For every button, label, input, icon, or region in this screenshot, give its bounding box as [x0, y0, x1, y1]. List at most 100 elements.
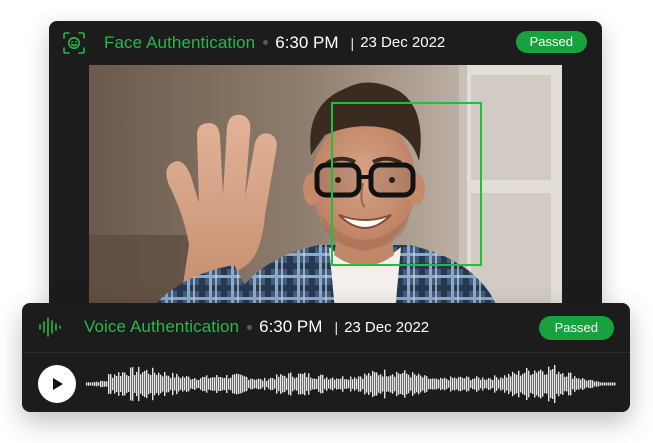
- waveform-bar: [366, 375, 368, 393]
- waveform-bar: [244, 376, 246, 392]
- waveform-bar: [140, 374, 142, 394]
- waveform-bar: [254, 379, 256, 389]
- waveform-bar: [336, 378, 338, 390]
- waveform-bar: [294, 378, 296, 390]
- face-auth-title: Face Authentication: [104, 32, 256, 52]
- waveform-bar: [348, 379, 350, 389]
- waveform-bar: [510, 376, 512, 392]
- waveform-bar: [178, 376, 180, 392]
- waveform-bar: [518, 370, 520, 398]
- waveform-bar: [88, 382, 90, 386]
- waveform-bar: [264, 377, 266, 391]
- waveform-bar: [590, 379, 592, 389]
- waveform-bar: [542, 371, 544, 397]
- waveform-bar: [340, 378, 342, 390]
- waveform-bar: [478, 377, 480, 391]
- waveform-bar: [464, 378, 466, 390]
- face-video-frame: [89, 65, 562, 311]
- waveform-bar: [338, 378, 340, 390]
- waveform-bar: [220, 376, 222, 392]
- waveform-bar: [308, 373, 310, 395]
- waveform-bar: [558, 371, 560, 397]
- waveform-bar: [604, 382, 606, 386]
- waveform-bar: [470, 380, 472, 388]
- waveform-bar: [146, 369, 148, 399]
- separator-dot: [247, 324, 253, 330]
- waveform-bar: [386, 376, 388, 392]
- waveform-bar: [182, 376, 184, 392]
- waveform-bar: [210, 377, 212, 391]
- waveform-bar: [236, 373, 238, 395]
- waveform-bar: [116, 375, 118, 393]
- waveform-bar: [406, 373, 408, 395]
- waveform-bar: [122, 372, 124, 396]
- voice-auth-time: 6:30 PM: [259, 317, 323, 336]
- waveform-bar: [592, 380, 594, 388]
- waveform-bar: [390, 375, 392, 393]
- waveform-bar: [612, 382, 614, 386]
- waveform-bar: [560, 374, 562, 394]
- waveform-bar: [218, 377, 220, 391]
- waveform-bar: [458, 376, 460, 392]
- waveform-bar: [342, 376, 344, 392]
- waveform-bar: [414, 374, 416, 394]
- waveform-bar: [528, 370, 530, 398]
- waveform-bar: [460, 376, 462, 392]
- waveform-bar: [516, 374, 518, 394]
- waveform-bar: [186, 376, 188, 392]
- waveform-bar: [296, 377, 298, 391]
- waveform-bar: [500, 377, 502, 391]
- waveform-bar: [532, 374, 534, 394]
- waveform-bar: [410, 377, 412, 391]
- face-authentication-card: Face Authentication 6:30 PM | 23 Dec 202…: [49, 21, 602, 311]
- waveform-bar: [134, 375, 136, 393]
- soundwave-icon: [38, 315, 62, 339]
- play-button[interactable]: [38, 365, 76, 403]
- waveform-bar: [180, 378, 182, 390]
- face-auth-time: 6:30 PM: [275, 32, 339, 52]
- waveform-bar: [398, 373, 400, 395]
- waveform-bar: [570, 372, 572, 396]
- waveform-bar: [274, 379, 276, 389]
- waveform-bar: [282, 375, 284, 393]
- waveform-bar: [450, 376, 452, 392]
- waveform-bar: [300, 373, 302, 395]
- waveform-bar: [512, 371, 514, 397]
- waveform-bar: [278, 376, 280, 392]
- waveform-bar: [438, 379, 440, 389]
- waveform-bar: [556, 374, 558, 394]
- waveform-bar: [144, 370, 146, 398]
- waveform-bar: [350, 376, 352, 392]
- waveform-bar: [384, 369, 386, 399]
- waveform-bar: [484, 379, 486, 389]
- waveform-bar: [562, 373, 564, 395]
- audio-waveform[interactable]: [86, 361, 616, 407]
- waveform-bar: [270, 377, 272, 391]
- waveform-bar: [356, 378, 358, 390]
- waveform-bar: [388, 376, 390, 392]
- waveform-bar: [352, 379, 354, 389]
- waveform-bar: [424, 375, 426, 393]
- waveform-bar: [426, 376, 428, 392]
- waveform-bar: [552, 369, 554, 399]
- waveform-bar: [196, 379, 198, 389]
- waveform-bar: [128, 376, 130, 392]
- waveform-bar: [370, 375, 372, 393]
- waveform-bar: [382, 376, 384, 392]
- waveform-bar: [490, 378, 492, 390]
- waveform-bar: [436, 378, 438, 390]
- waveform-bar: [548, 366, 550, 402]
- waveform-bar: [276, 374, 278, 394]
- waveform-bar: [188, 376, 190, 392]
- waveform-bar: [262, 380, 264, 388]
- waveform-bar: [446, 378, 448, 390]
- waveform-bar: [578, 378, 580, 390]
- waveform-bar: [442, 378, 444, 390]
- waveform-bar: [430, 378, 432, 390]
- waveform-bar: [610, 382, 612, 386]
- waveform-bar: [508, 373, 510, 395]
- waveform-bar: [312, 378, 314, 390]
- waveform-bar: [402, 372, 404, 396]
- waveform-bar: [368, 373, 370, 395]
- waveform-bar: [412, 372, 414, 396]
